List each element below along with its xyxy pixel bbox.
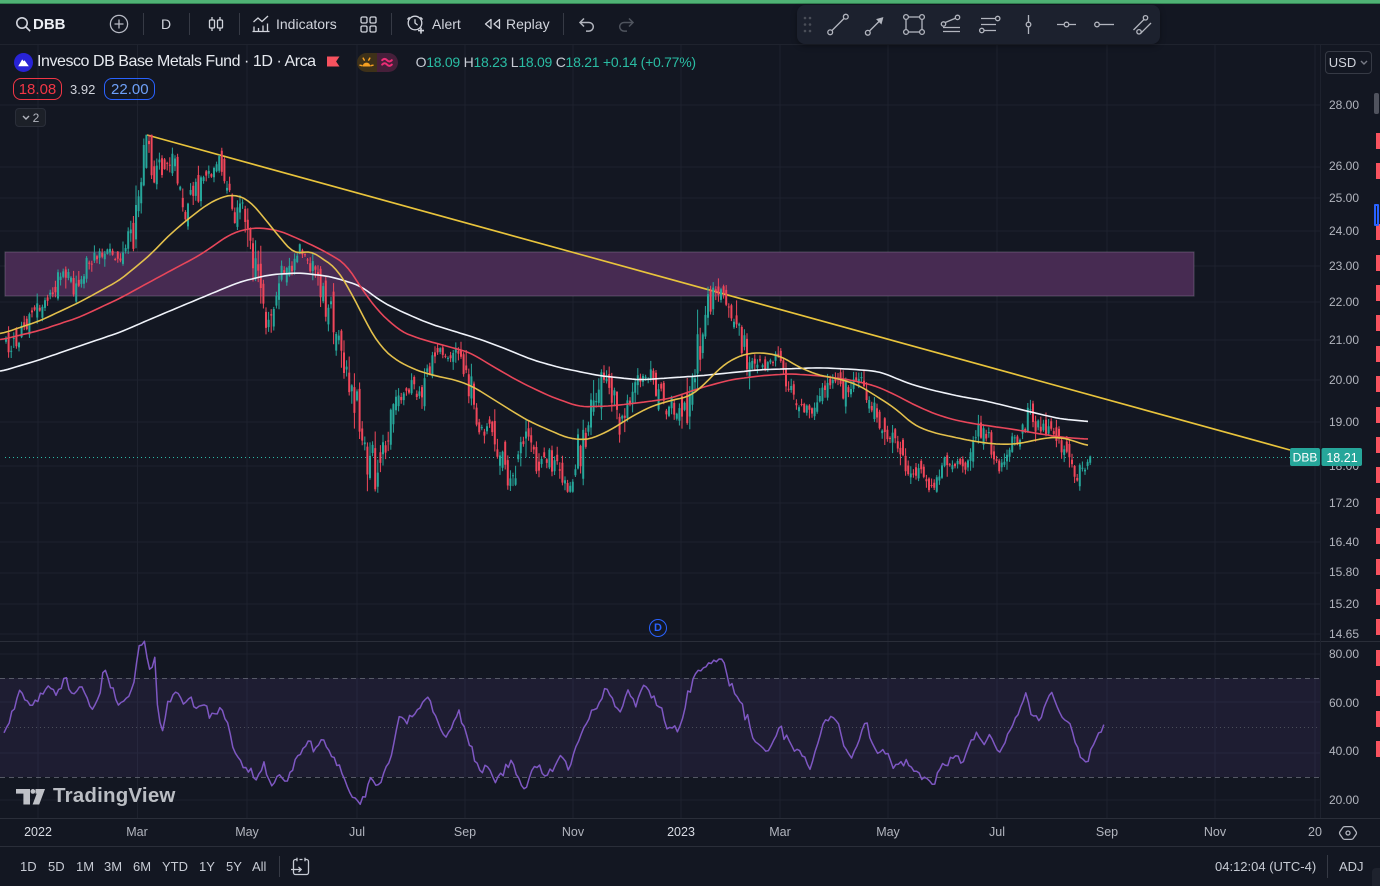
svg-text:17.20: 17.20 — [1329, 496, 1359, 510]
svg-text:20: 20 — [1308, 825, 1322, 839]
svg-text:Mar: Mar — [126, 825, 148, 839]
svg-text:80.00: 80.00 — [1329, 647, 1359, 661]
svg-text:60.00: 60.00 — [1329, 696, 1359, 710]
svg-text:24.00: 24.00 — [1329, 224, 1359, 238]
svg-text:May: May — [876, 825, 900, 839]
svg-text:18.21: 18.21 — [1326, 451, 1357, 465]
svg-text:Nov: Nov — [562, 825, 585, 839]
svg-text:Sep: Sep — [454, 825, 476, 839]
svg-text:Jul: Jul — [349, 825, 365, 839]
svg-text:2022: 2022 — [24, 825, 52, 839]
svg-text:20.00: 20.00 — [1329, 793, 1359, 807]
svg-text:15.80: 15.80 — [1329, 565, 1359, 579]
svg-text:15.20: 15.20 — [1329, 597, 1359, 611]
svg-text:21.00: 21.00 — [1329, 333, 1359, 347]
svg-text:May: May — [235, 825, 259, 839]
svg-text:Sep: Sep — [1096, 825, 1118, 839]
svg-text:20.00: 20.00 — [1329, 373, 1359, 387]
svg-text:19.00: 19.00 — [1329, 415, 1359, 429]
svg-text:2023: 2023 — [667, 825, 695, 839]
svg-text:16.40: 16.40 — [1329, 535, 1359, 549]
svg-text:25.00: 25.00 — [1329, 191, 1359, 205]
svg-text:40.00: 40.00 — [1329, 744, 1359, 758]
svg-text:28.00: 28.00 — [1329, 98, 1359, 112]
svg-text:DBB: DBB — [1293, 451, 1318, 465]
svg-text:14.65: 14.65 — [1329, 627, 1359, 641]
svg-text:Nov: Nov — [1204, 825, 1227, 839]
svg-text:Jul: Jul — [989, 825, 1005, 839]
svg-text:22.00: 22.00 — [1329, 295, 1359, 309]
svg-text:26.00: 26.00 — [1329, 159, 1359, 173]
svg-text:Mar: Mar — [769, 825, 791, 839]
svg-text:23.00: 23.00 — [1329, 259, 1359, 273]
